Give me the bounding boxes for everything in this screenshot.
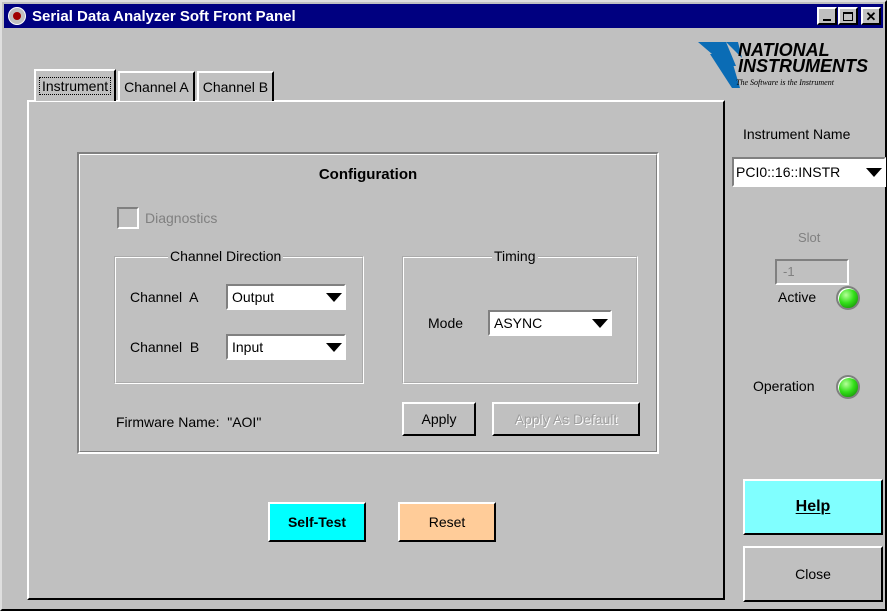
channel-a-row: Channel A Output	[130, 284, 346, 310]
national-instruments-logo: NATIONAL INSTRUMENTS The Software is the…	[696, 36, 886, 94]
slot-label: Slot	[798, 230, 821, 245]
tab-channel-a-label: Channel A	[124, 79, 189, 95]
self-test-button[interactable]: Self-Test	[268, 502, 366, 542]
channel-b-row: Channel B Input	[130, 334, 346, 360]
active-label: Active	[778, 289, 817, 305]
slot-field: -1	[775, 259, 849, 285]
instrument-name-value: PCI0::16::INSTR	[736, 164, 841, 180]
channel-a-label: Channel A	[130, 289, 199, 305]
help-button[interactable]: Help	[743, 479, 883, 535]
timing-title: Timing	[492, 248, 538, 264]
channel-a-direction-select[interactable]: Output	[226, 284, 346, 310]
channel-a-direction-value: Output	[232, 289, 275, 305]
tab-instrument[interactable]: Instrument	[34, 69, 117, 101]
configuration-title: Configuration	[318, 166, 418, 183]
timing-group: Timing Mode ASYNC	[402, 248, 638, 384]
help-button-label: Help	[795, 498, 831, 515]
tab-strip: Instrument Channel A Channel B	[34, 69, 276, 101]
apply-as-default-button[interactable]: Apply As Default	[492, 402, 640, 436]
instrument-name-label: Instrument Name	[743, 126, 851, 142]
timing-mode-select[interactable]: ASYNC	[488, 310, 612, 336]
cvi-app-icon	[8, 7, 26, 25]
window-title: Serial Data Analyzer Soft Front Panel	[32, 7, 296, 25]
instrument-name-select[interactable]: PCI0::16::INSTR	[732, 157, 886, 187]
logo-tagline: The Software is the Instrument	[736, 78, 834, 87]
title-bar[interactable]: Serial Data Analyzer Soft Front Panel ✕	[4, 4, 883, 28]
tab-instrument-label: Instrument	[38, 77, 112, 95]
chevron-down-icon	[324, 287, 344, 307]
close-button-label: Close	[795, 566, 831, 582]
timing-mode-label: Mode	[428, 315, 464, 331]
operation-label: Operation	[753, 378, 815, 394]
operation-led-icon	[836, 375, 860, 399]
reset-button[interactable]: Reset	[398, 502, 496, 542]
close-button[interactable]: Close	[743, 546, 883, 602]
timing-mode-row: Mode ASYNC	[428, 310, 612, 336]
main-window: Serial Data Analyzer Soft Front Panel ✕ …	[0, 0, 887, 611]
minimize-icon	[823, 19, 831, 21]
configuration-panel: Configuration Diagnostics Channel Direct…	[77, 152, 659, 454]
firmware-name-label: Firmware Name: "AOI"	[116, 414, 262, 430]
channel-b-direction-select[interactable]: Input	[226, 334, 346, 360]
diagnostics-option[interactable]: Diagnostics	[117, 207, 217, 229]
tab-channel-b-label: Channel B	[202, 79, 269, 95]
close-window-button[interactable]: ✕	[861, 7, 881, 25]
close-icon: ✕	[865, 8, 877, 24]
tab-channel-b[interactable]: Channel B	[196, 71, 275, 101]
channel-direction-title: Channel Direction	[168, 248, 284, 264]
channel-direction-group: Channel Direction Channel A Output Chann…	[114, 248, 364, 384]
active-led-icon	[836, 286, 860, 310]
channel-b-label: Channel B	[130, 339, 200, 355]
chevron-down-icon	[324, 337, 344, 357]
minimize-button[interactable]	[817, 7, 837, 25]
logo-line-2: INSTRUMENTS	[738, 56, 868, 76]
diagnostics-label: Diagnostics	[145, 210, 218, 226]
chevron-down-icon	[864, 162, 884, 182]
maximize-icon	[843, 11, 853, 21]
apply-button[interactable]: Apply	[402, 402, 476, 436]
diagnostics-checkbox[interactable]	[117, 207, 139, 229]
channel-b-direction-value: Input	[232, 339, 264, 355]
timing-mode-value: ASYNC	[494, 315, 543, 331]
chevron-down-icon	[590, 313, 610, 333]
maximize-button[interactable]	[838, 7, 858, 25]
tab-channel-a[interactable]: Channel A	[118, 71, 195, 101]
